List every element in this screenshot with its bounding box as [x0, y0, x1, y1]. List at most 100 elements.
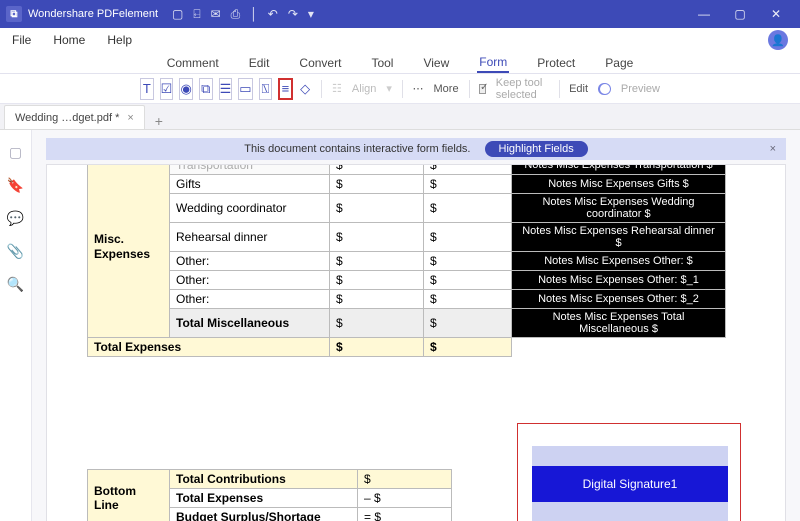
close-tab-icon[interactable]: ×	[127, 112, 133, 124]
print-icon[interactable]: ⎙	[231, 7, 241, 22]
thumbnails-icon[interactable]: ▢	[9, 144, 22, 161]
list-button[interactable]: ☰	[219, 78, 233, 100]
cell[interactable]: $	[424, 164, 512, 175]
cell[interactable]: $	[330, 164, 424, 175]
edit-preview-toggle[interactable]	[598, 83, 611, 95]
row-transportation: Transportation	[170, 164, 330, 175]
signature-field-selection[interactable]: Digital Signature1	[517, 423, 741, 521]
cell[interactable]: $	[330, 338, 424, 357]
sep: │	[250, 7, 258, 22]
note-field[interactable]: Notes Misc Expenses Other: $_2	[512, 290, 726, 309]
keep-tool-checkbox[interactable]	[479, 84, 486, 94]
cell[interactable]: $	[330, 252, 424, 271]
file-tabs: Wedding …dget.pdf * × +	[0, 104, 800, 130]
button-field-button[interactable]: ▭	[238, 78, 252, 100]
row-other-1: Other:	[170, 252, 330, 271]
app-logo: ⧉	[6, 6, 22, 22]
row-other-2: Other:	[170, 271, 330, 290]
notice-close-icon[interactable]: ×	[770, 143, 776, 155]
bottom-line-label: Bottom Line	[88, 470, 170, 521]
menubar: File Home Help 👤	[0, 28, 800, 52]
notice-text: This document contains interactive form …	[244, 143, 470, 155]
note-field[interactable]: Notes Misc Expenses Gifts $	[512, 175, 726, 194]
row-surplus: Budget Surplus/Shortage	[170, 508, 358, 521]
image-field-button[interactable]: ⍂	[259, 78, 273, 100]
ribbon-tabs: Comment Edit Convert Tool View Form Prot…	[0, 52, 800, 74]
tab-view[interactable]: View	[421, 54, 451, 72]
highlight-fields-button[interactable]: Highlight Fields	[485, 141, 588, 157]
cell[interactable]: $	[424, 338, 512, 357]
misc-label-2: Expenses	[94, 247, 150, 261]
signature-field-button[interactable]: ≡	[278, 78, 292, 100]
redo-icon[interactable]: ↷	[288, 7, 298, 22]
note-field[interactable]: Notes Misc Expenses Rehearsal dinner $	[512, 223, 726, 252]
file-tab[interactable]: Wedding …dget.pdf * ×	[4, 105, 145, 129]
checkbox-button[interactable]: ☑	[160, 78, 174, 100]
note-field[interactable]: Notes Misc Expenses Other: $_1	[512, 271, 726, 290]
new-tab-button[interactable]: +	[147, 113, 171, 129]
cell[interactable]: $	[424, 271, 512, 290]
menu-help[interactable]: Help	[107, 33, 132, 47]
row-total-expenses: Total Expenses	[88, 338, 330, 357]
cell[interactable]: $	[330, 271, 424, 290]
text-field-button[interactable]: T	[140, 78, 154, 100]
edit-mode-label: Edit	[569, 83, 588, 95]
radio-button[interactable]: ◉	[179, 78, 193, 100]
attachment-icon[interactable]: 📎	[7, 243, 24, 260]
bottom-line-table: Bottom Line Total Contributions $ Total …	[87, 469, 452, 521]
signature-field-label: Digital Signature1	[532, 466, 728, 502]
align-icon[interactable]: ☷	[332, 82, 342, 95]
search-icon[interactable]: 🔍	[7, 276, 24, 293]
cell[interactable]: $	[330, 223, 424, 252]
app-title: Wondershare PDFelement	[28, 8, 158, 20]
cell[interactable]: $	[330, 175, 424, 194]
keep-tool-label: Keep tool selected	[496, 77, 549, 101]
more-icon[interactable]: ⋯	[413, 82, 424, 95]
cell[interactable]: $	[424, 223, 512, 252]
cell[interactable]: $	[330, 290, 424, 309]
tab-edit[interactable]: Edit	[247, 54, 272, 72]
note-field[interactable]: Notes Misc Expenses Wedding coordinator …	[512, 194, 726, 223]
tab-comment[interactable]: Comment	[165, 54, 221, 72]
document-page: Misc. Expenses Transportation $ $ Notes …	[46, 164, 786, 521]
cell[interactable]: $	[424, 175, 512, 194]
combo-button[interactable]: ⧉	[199, 78, 213, 100]
cell[interactable]: $	[424, 194, 512, 223]
cell[interactable]: = $	[358, 508, 452, 521]
preview-mode-label: Preview	[621, 83, 660, 95]
mail-icon[interactable]: ✉	[211, 7, 221, 22]
comment-panel-icon[interactable]: 💬	[7, 210, 24, 227]
cell[interactable]: $	[358, 470, 452, 489]
tab-page[interactable]: Page	[603, 54, 635, 72]
open-icon[interactable]: ▢	[172, 7, 183, 22]
bookmark-icon[interactable]: 🔖	[7, 177, 24, 194]
eraser-button[interactable]: ◇	[299, 78, 312, 100]
menu-file[interactable]: File	[12, 33, 31, 47]
more-label[interactable]: More	[434, 83, 459, 95]
minimize-button[interactable]: —	[686, 7, 722, 21]
cell[interactable]: – $	[358, 489, 452, 508]
note-field[interactable]: Notes Misc Expenses Transportation $	[512, 164, 726, 175]
misc-label-1: Misc.	[94, 232, 124, 246]
menu-home[interactable]: Home	[53, 33, 85, 47]
maximize-button[interactable]: ▢	[722, 7, 758, 21]
row-rehearsal: Rehearsal dinner	[170, 223, 330, 252]
tab-protect[interactable]: Protect	[535, 54, 577, 72]
tab-form[interactable]: Form	[477, 53, 509, 73]
close-button[interactable]: ✕	[758, 7, 794, 21]
chevron-down-icon[interactable]: ▾	[308, 7, 314, 22]
cell[interactable]: $	[424, 309, 512, 338]
note-field[interactable]: Notes Misc Expenses Total Miscellaneous …	[512, 309, 726, 338]
cell[interactable]: $	[424, 290, 512, 309]
cell[interactable]: $	[330, 194, 424, 223]
undo-icon[interactable]: ↶	[268, 7, 278, 22]
cell[interactable]: $	[424, 252, 512, 271]
note-field[interactable]: Notes Misc Expenses Other: $	[512, 252, 726, 271]
save-icon[interactable]: ⍇	[193, 7, 200, 22]
tab-tool[interactable]: Tool	[369, 54, 395, 72]
cell[interactable]: $	[330, 309, 424, 338]
row-other-3: Other:	[170, 290, 330, 309]
tab-convert[interactable]: Convert	[297, 54, 343, 72]
user-avatar[interactable]: 👤	[768, 30, 788, 50]
titlebar: ⧉ Wondershare PDFelement ▢ ⍇ ✉ ⎙ │ ↶ ↷ ▾…	[0, 0, 800, 28]
